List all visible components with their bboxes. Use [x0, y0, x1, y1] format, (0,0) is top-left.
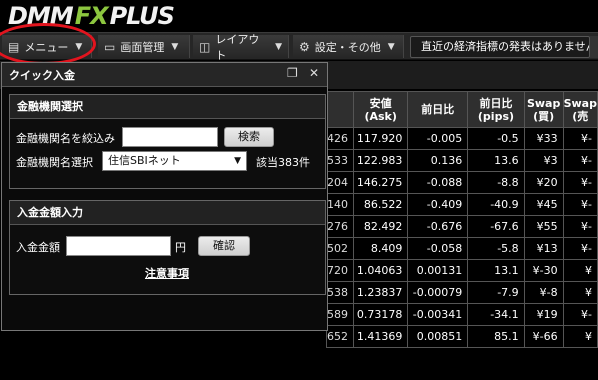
screen-icon: ▭: [104, 39, 116, 54]
section-title: 入金金額入力: [10, 201, 325, 225]
table-row[interactable]: 502 8.409 -0.058 -5.8 ¥13 ¥-: [326, 237, 598, 260]
panel-header: クイック入金 ❐ ✕: [2, 63, 327, 87]
table-row[interactable]: 589 0.73178 -0.00341 -34.1 ¥19 ¥-: [326, 303, 598, 326]
app-logo: DMMFXPLUS: [8, 2, 175, 30]
rates-col-header-change[interactable]: 前日比: [407, 91, 469, 128]
table-row[interactable]: 720 1.04063 0.00131 13.1 ¥-30 ¥: [326, 259, 598, 282]
rates-col-header-change-pips[interactable]: 前日比 (pips): [467, 91, 525, 128]
table-row[interactable]: 652 1.41369 0.00851 85.1 ¥-66 ¥: [326, 325, 598, 348]
news-scroll-edge: [590, 36, 598, 58]
bank-filter-label: 金融機関名を絞込み: [16, 132, 115, 145]
title-bar: DMMFXPLUS: [0, 0, 598, 30]
dropdown-arrow-icon: ▼: [234, 156, 241, 166]
table-row[interactable]: 538 1.23837 -0.00079 -7.9 ¥-8 ¥: [326, 281, 598, 304]
match-count: 該当383件: [256, 156, 310, 169]
amount-input[interactable]: [66, 236, 171, 256]
restore-window-icon[interactable]: ❐: [287, 66, 298, 80]
bank-select-dropdown[interactable]: 住信SBIネット ▼: [102, 151, 247, 171]
section-title: 金融機関選択: [10, 95, 325, 119]
table-row[interactable]: 140 86.522 -0.409 -40.9 ¥45 ¥-: [326, 193, 598, 216]
rates-col-header-ask-low[interactable]: 安値 (Ask): [352, 91, 409, 128]
close-icon[interactable]: ✕: [309, 66, 319, 80]
screen-management-button[interactable]: ▭ 画面管理 ▼: [98, 35, 190, 58]
panel-title: クイック入金: [9, 69, 75, 82]
menu-bar: ▤ メニュー ▼ ▭ 画面管理 ▼ ◫ レイアウト ▼ ⚙ 設定・その他 ▼ 直…: [0, 32, 598, 62]
table-row[interactable]: 533 122.983 0.136 13.6 ¥3 ¥-: [326, 149, 598, 172]
menu-button[interactable]: ▤ メニュー ▼: [2, 35, 92, 58]
rates-table: 安値 (Ask) 前日比 前日比 (pips) Swap (買) Swap (売 426…: [326, 91, 598, 348]
currency-unit: 円: [175, 241, 186, 254]
chevron-down-icon: ▼: [75, 41, 83, 52]
amount-input-section: 入金金額入力 入金金額 円 確認 注意事項: [9, 200, 326, 295]
chevron-down-icon: ▼: [275, 41, 282, 52]
rates-col-header-swap-sell[interactable]: Swap (売: [562, 91, 598, 128]
table-row[interactable]: 204 146.275 -0.088 -8.8 ¥20 ¥-: [326, 171, 598, 194]
bank-select-label: 金融機関名選択: [16, 156, 93, 169]
amount-label: 入金金額: [16, 241, 60, 254]
bank-filter-input[interactable]: [122, 127, 218, 147]
gear-icon: ⚙: [299, 39, 310, 54]
chevron-down-icon: ▼: [171, 41, 179, 52]
rates-col-header-swap-buy[interactable]: Swap (買): [523, 91, 564, 128]
chevron-down-icon: ▼: [387, 41, 395, 52]
settings-button[interactable]: ⚙ 設定・その他 ▼: [293, 35, 404, 58]
bank-selection-section: 金融機関選択 金融機関名を絞込み 検索 金融機関名選択 住信SBIネット ▼ 該…: [9, 94, 326, 189]
economic-news-ticker[interactable]: 直近の経済指標の発表はありません。: [410, 36, 590, 58]
layout-icon: ◫: [199, 39, 211, 54]
table-row[interactable]: 426 117.920 -0.005 -0.5 ¥33 ¥-: [326, 127, 598, 150]
table-row[interactable]: 276 82.492 -0.676 -67.6 ¥55 ¥-: [326, 215, 598, 238]
rates-col-header[interactable]: [326, 91, 354, 128]
quick-deposit-panel: クイック入金 ❐ ✕ 金融機関選択 金融機関名を絞込み 検索 金融機関名選択 住…: [1, 62, 328, 331]
search-button[interactable]: 検索: [224, 127, 274, 147]
notes-link[interactable]: 注意事項: [145, 265, 189, 281]
confirm-button[interactable]: 確認: [198, 236, 250, 256]
menu-list-icon: ▤: [8, 39, 20, 54]
layout-button[interactable]: ◫ レイアウト ▼: [193, 33, 289, 62]
